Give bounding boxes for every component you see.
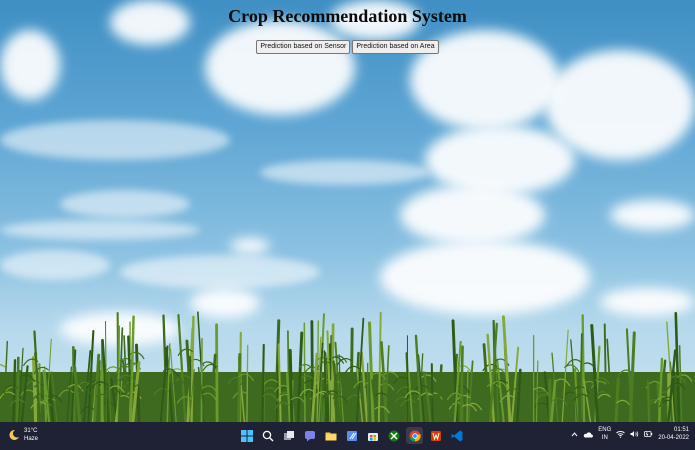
- windows-start-button[interactable]: [238, 427, 255, 444]
- battery-icon[interactable]: [644, 430, 653, 438]
- notepad-button[interactable]: [343, 427, 360, 444]
- taskbar-apps: [238, 427, 465, 444]
- file-explorer-button[interactable]: [322, 427, 339, 444]
- vscode-icon: [451, 430, 462, 441]
- weather-condition: Haze: [24, 436, 39, 442]
- page-title: Crop Recommendation System: [228, 6, 467, 26]
- file-explorer-icon: [325, 432, 336, 440]
- task-view-icon: [283, 430, 294, 440]
- prediction-area-button[interactable]: Prediction based on Area: [352, 40, 439, 54]
- search-icon: [262, 430, 273, 441]
- prediction-sensor-button[interactable]: Prediction based on Sensor: [256, 40, 351, 54]
- wifi-icon[interactable]: [616, 430, 626, 438]
- office-icon: [430, 430, 441, 441]
- microsoft-store-icon: [367, 432, 378, 441]
- teams-chat-button[interactable]: [301, 427, 318, 444]
- onedrive-cloud-icon[interactable]: [583, 431, 594, 438]
- volume-icon[interactable]: [630, 430, 639, 438]
- search-button[interactable]: [259, 427, 276, 444]
- teams-chat-icon: [304, 430, 315, 441]
- chevron-up-icon[interactable]: [571, 431, 578, 438]
- language-indicator[interactable]: ENG IN: [598, 426, 611, 442]
- chrome-button[interactable]: [406, 427, 423, 444]
- prediction-buttons: Prediction based on Sensor Prediction ba…: [0, 40, 695, 54]
- chrome-icon: [409, 430, 421, 442]
- moon-cloud-icon: [9, 429, 19, 440]
- taskbar: 31°C Haze ENG IN 01:51 20-04-2022: [0, 422, 695, 450]
- notepad-icon: [346, 430, 357, 441]
- xbox-button[interactable]: [385, 427, 402, 444]
- office-button[interactable]: [427, 427, 444, 444]
- weather-widget[interactable]: 31°C Haze: [8, 427, 38, 443]
- app-page: Crop Recommendation System Prediction ba…: [0, 0, 695, 422]
- clock-time: 01:51: [673, 427, 689, 433]
- clock[interactable]: 01:51 20-04-2022: [658, 426, 689, 442]
- windows-start-icon: [240, 429, 253, 442]
- system-tray: ENG IN 01:51 20-04-2022: [571, 426, 689, 442]
- weather-temp: 31°C: [24, 428, 38, 434]
- task-view-button[interactable]: [280, 427, 297, 444]
- clock-date: 20-04-2022: [658, 435, 689, 441]
- microsoft-store-button[interactable]: [364, 427, 381, 444]
- xbox-icon: [388, 430, 399, 441]
- corn-field-image: [0, 311, 695, 422]
- vscode-button[interactable]: [448, 427, 465, 444]
